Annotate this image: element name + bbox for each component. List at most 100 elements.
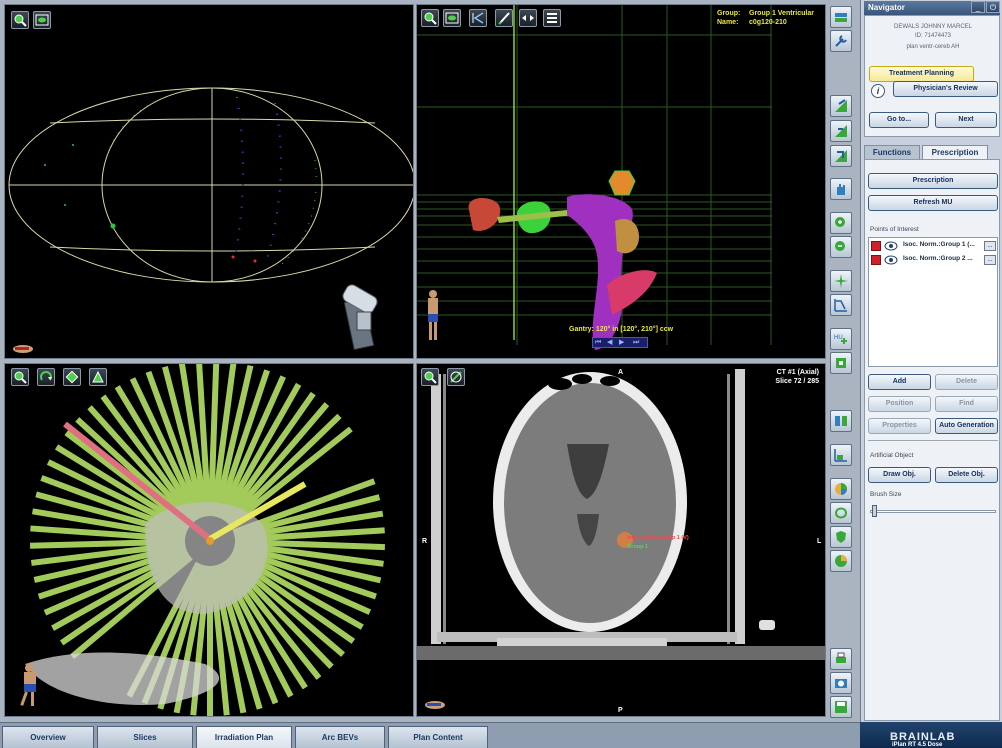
beam-direction-icon[interactable]	[469, 9, 487, 27]
tab-plan-content[interactable]: Plan Content	[388, 726, 488, 748]
tab-overview[interactable]: Overview	[2, 726, 94, 748]
sparkle-icon[interactable]	[830, 270, 852, 292]
arc-first-icon[interactable]: ⏮	[595, 339, 604, 347]
goto-button[interactable]: Go to...	[869, 112, 929, 128]
ct-series-title: CT #1 (Axial)	[776, 369, 819, 376]
windowing-icon[interactable]	[447, 368, 465, 386]
tab-functions[interactable]: Functions	[864, 145, 920, 159]
properties-button[interactable]: Properties	[868, 418, 931, 434]
power-icon[interactable]: ⏻	[986, 1, 1000, 13]
orientation-left: L	[817, 538, 822, 545]
info-icon[interactable]: i	[871, 84, 885, 98]
arc-3d-scene	[20, 364, 385, 716]
poi-annotation-group: Group 1	[627, 544, 649, 550]
tab-slices[interactable]: Slices	[97, 726, 193, 748]
poi-more-button[interactable]: ...	[984, 241, 996, 251]
delete-obj-button[interactable]: Delete Obj.	[935, 467, 998, 483]
next-button[interactable]: Next	[935, 112, 997, 128]
arc-toggle-icon[interactable]	[519, 9, 537, 27]
wrench-icon[interactable]	[830, 30, 852, 52]
settings-3d-icon[interactable]	[63, 368, 81, 386]
hand-pan-icon[interactable]	[830, 178, 852, 200]
arc-prev-icon[interactable]: ◀	[607, 339, 616, 347]
contour-icon[interactable]	[830, 502, 852, 524]
poi-more-button[interactable]: ...	[984, 255, 996, 265]
poi-item[interactable]: Isoc. Norm.:Group 2 ... ...	[870, 254, 997, 267]
pie-icon[interactable]	[830, 550, 852, 572]
viewport-beams-eye-view[interactable]: Group: Group 1 Ventricular Name: c0g120-…	[416, 4, 826, 359]
visibility-eye-icon[interactable]	[884, 255, 898, 265]
prescription-button[interactable]: Prescription	[868, 173, 998, 189]
slider-track	[870, 510, 996, 513]
print-icon[interactable]	[830, 648, 852, 670]
beam-copy-icon[interactable]	[830, 145, 852, 167]
viewport-arc-sphere[interactable]	[4, 4, 414, 359]
find-button[interactable]: Find	[935, 396, 998, 412]
ct-slice-image	[417, 369, 825, 709]
dvh-chart-icon[interactable]	[830, 294, 852, 316]
patient-name: DEWALS JOHNNY MARCEL	[893, 24, 972, 30]
draw-obj-button[interactable]: Draw Obj.	[868, 467, 931, 483]
physicians-review-button[interactable]: Physician's Review	[893, 81, 998, 97]
function-tabs: Functions Prescription	[864, 145, 1000, 159]
slice-indicator: Slice 72 / 285	[775, 378, 819, 385]
poi-color-swatch	[871, 255, 881, 265]
prescription-panel: Prescription Refresh MU Points of Intere…	[864, 159, 1000, 721]
right-panel: Navigator _ ⏻ DEWALS JOHNNY MARCEL ID: 7…	[860, 0, 1002, 748]
minimize-button[interactable]: _	[971, 1, 985, 13]
view-options-icon[interactable]	[443, 9, 461, 27]
viewport-3d-arcs[interactable]	[4, 363, 414, 717]
hu-add-icon[interactable]: HU	[830, 328, 852, 350]
layers-icon[interactable]	[830, 6, 852, 28]
tab-prescription[interactable]: Prescription	[922, 145, 988, 159]
viewport-ct-axial[interactable]: CT #1 (Axial) Slice 72 / 285 A P R L Iso…	[416, 363, 826, 717]
brush-size-slider[interactable]	[870, 505, 996, 517]
tab-irradiation-plan[interactable]: Irradiation Plan	[196, 726, 292, 748]
position-button[interactable]: Position	[868, 396, 931, 412]
navigator-body: DEWALS JOHNNY MARCEL ID: 71474473 plan v…	[864, 15, 1000, 137]
auto-generation-button[interactable]: Auto Generation	[935, 418, 998, 434]
isocenter-marker	[206, 537, 214, 545]
gantry-model	[342, 284, 378, 351]
patient-orientation-icon	[13, 345, 33, 353]
points-of-interest-label: Points of Interest	[870, 226, 919, 233]
app-window: Group: Group 1 Ventricular Name: c0g120-…	[0, 0, 1002, 748]
slider-knob[interactable]	[872, 505, 877, 517]
rotate-icon[interactable]	[37, 368, 55, 386]
camera-icon[interactable]	[830, 672, 852, 694]
target-structure	[608, 170, 636, 196]
zoom-icon[interactable]	[421, 9, 439, 27]
zoom-icon[interactable]	[11, 368, 29, 386]
object-visibility-icon[interactable]	[89, 368, 107, 386]
treatment-planning-button[interactable]: Treatment Planning	[869, 66, 974, 82]
save-icon[interactable]	[830, 696, 852, 718]
beam-edit-icon[interactable]	[830, 120, 852, 142]
list-icon[interactable]	[543, 9, 561, 27]
density-icon[interactable]	[830, 352, 852, 374]
shield-icon[interactable]	[830, 526, 852, 548]
zoom-out-icon[interactable]	[830, 236, 852, 258]
couch-grid-lines	[417, 5, 772, 345]
poi-item[interactable]: Isoc. Norm.:Group 1 (... ...	[870, 240, 997, 253]
zoom-icon[interactable]	[421, 368, 439, 386]
pen-icon[interactable]	[495, 9, 513, 27]
split-view-icon[interactable]	[830, 410, 852, 432]
view-options-icon[interactable]	[33, 11, 51, 29]
refresh-mu-button[interactable]: Refresh MU	[868, 195, 998, 211]
color-wheel-icon[interactable]	[830, 478, 852, 500]
add-poi-button[interactable]: Add	[868, 374, 931, 390]
delete-poi-button[interactable]: Delete	[935, 374, 998, 390]
zoom-in-icon[interactable]	[830, 212, 852, 234]
arc-play-icon[interactable]: ▶	[619, 339, 628, 347]
visibility-eye-icon[interactable]	[884, 241, 898, 251]
orientation-anterior: A	[618, 369, 624, 376]
zoom-icon[interactable]	[11, 11, 29, 29]
brush-size-label: Brush Size	[870, 491, 902, 498]
beam-add-icon[interactable]	[830, 95, 852, 117]
graph-icon[interactable]	[830, 444, 852, 466]
tab-arc-bevs[interactable]: Arc BEVs	[295, 726, 385, 748]
poi-list[interactable]: Isoc. Norm.:Group 1 (... ... Isoc. Norm.…	[868, 237, 998, 367]
structure-red	[468, 198, 501, 231]
orientation-posterior: P	[618, 707, 623, 714]
arc-last-icon[interactable]: ⏭	[633, 339, 642, 347]
